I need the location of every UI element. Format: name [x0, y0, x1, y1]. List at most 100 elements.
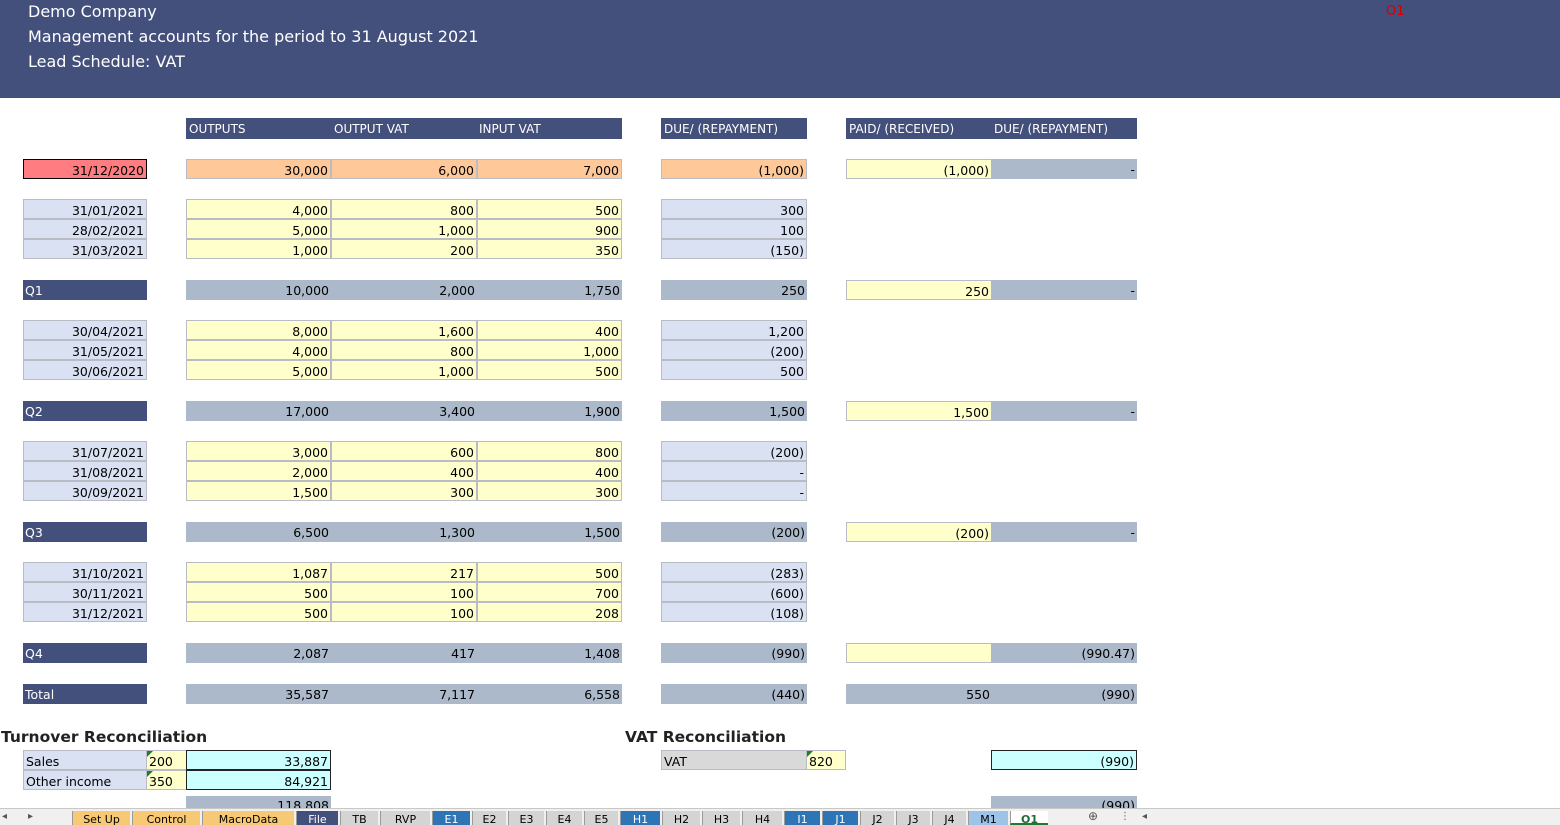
- month-date[interactable]: 31/01/2021: [23, 199, 147, 219]
- sheet-tab[interactable]: H4: [742, 811, 782, 825]
- quarter-due2[interactable]: -: [991, 401, 1137, 421]
- month-outputs[interactable]: 3,000: [186, 441, 331, 461]
- month-output-vat[interactable]: 300: [331, 481, 477, 501]
- quarter-input-vat[interactable]: 1,500: [477, 522, 622, 542]
- month-date[interactable]: 31/05/2021: [23, 340, 147, 360]
- month-output-vat[interactable]: 600: [331, 441, 477, 461]
- quarter-outputs[interactable]: 17,000: [186, 401, 331, 421]
- total-input-vat[interactable]: 6,558: [477, 684, 622, 704]
- month-due[interactable]: (283): [661, 562, 807, 582]
- quarter-paid[interactable]: 1,500: [846, 401, 992, 421]
- month-outputs[interactable]: 500: [186, 582, 331, 602]
- month-outputs[interactable]: 4,000: [186, 199, 331, 219]
- sheet-tab[interactable]: H2: [662, 811, 700, 825]
- total-due[interactable]: (440): [661, 684, 807, 704]
- sheet-tab[interactable]: File: [296, 811, 338, 825]
- total-due2[interactable]: (990): [991, 684, 1137, 704]
- quarter-due[interactable]: (990): [661, 643, 807, 663]
- more-options-icon[interactable]: ⋮: [1120, 811, 1130, 822]
- sheet-tab[interactable]: J3: [896, 811, 930, 825]
- month-due[interactable]: (600): [661, 582, 807, 602]
- sheet-tab[interactable]: Set Up: [72, 811, 130, 825]
- quarter-output-vat[interactable]: 417: [331, 643, 477, 663]
- opening-output-vat[interactable]: 6,000: [331, 159, 477, 179]
- add-sheet-icon[interactable]: ⊕: [1088, 809, 1098, 823]
- month-output-vat[interactable]: 1,000: [331, 360, 477, 380]
- quarter-due2[interactable]: -: [991, 280, 1137, 300]
- quarter-label[interactable]: Q1: [23, 280, 147, 300]
- sheet-tab[interactable]: J4: [932, 811, 966, 825]
- month-date[interactable]: 30/04/2021: [23, 320, 147, 340]
- month-input-vat[interactable]: 300: [477, 481, 622, 501]
- month-due[interactable]: 1,200: [661, 320, 807, 340]
- opening-paid[interactable]: (1,000): [846, 159, 992, 179]
- month-due[interactable]: -: [661, 461, 807, 481]
- month-due[interactable]: -: [661, 481, 807, 501]
- sheet-tab[interactable]: E1: [432, 811, 470, 825]
- sheet-tab[interactable]: E3: [508, 811, 544, 825]
- opening-outputs[interactable]: 30,000: [186, 159, 331, 179]
- other-income-label[interactable]: Other income: [23, 770, 147, 790]
- quarter-paid[interactable]: 250: [846, 280, 992, 300]
- month-input-vat[interactable]: 400: [477, 320, 622, 340]
- month-outputs[interactable]: 8,000: [186, 320, 331, 340]
- quarter-outputs[interactable]: 2,087: [186, 643, 331, 663]
- month-due[interactable]: 100: [661, 219, 807, 239]
- month-outputs[interactable]: 1,000: [186, 239, 331, 259]
- quarter-input-vat[interactable]: 1,408: [477, 643, 622, 663]
- quarter-due2[interactable]: (990.47): [991, 643, 1137, 663]
- month-date[interactable]: 31/08/2021: [23, 461, 147, 481]
- quarter-due[interactable]: 250: [661, 280, 807, 300]
- quarter-output-vat[interactable]: 1,300: [331, 522, 477, 542]
- month-input-vat[interactable]: 500: [477, 360, 622, 380]
- opening-input-vat[interactable]: 7,000: [477, 159, 622, 179]
- quarter-label[interactable]: Q4: [23, 643, 147, 663]
- month-output-vat[interactable]: 1,600: [331, 320, 477, 340]
- opening-date[interactable]: 31/12/2020: [23, 159, 147, 179]
- quarter-input-vat[interactable]: 1,900: [477, 401, 622, 421]
- scroll-right-icon[interactable]: ▸: [28, 811, 33, 822]
- scroll-left-icon[interactable]: ◂: [2, 811, 7, 822]
- month-input-vat[interactable]: 208: [477, 602, 622, 622]
- month-date[interactable]: 30/06/2021: [23, 360, 147, 380]
- month-date[interactable]: 31/12/2021: [23, 602, 147, 622]
- vat-rec-value[interactable]: (990): [991, 750, 1137, 770]
- sheet-tab[interactable]: E5: [584, 811, 618, 825]
- month-outputs[interactable]: 500: [186, 602, 331, 622]
- total-outputs[interactable]: 35,587: [186, 684, 331, 704]
- month-output-vat[interactable]: 217: [331, 562, 477, 582]
- month-due[interactable]: (200): [661, 441, 807, 461]
- month-outputs[interactable]: 1,500: [186, 481, 331, 501]
- quarter-due2[interactable]: -: [991, 522, 1137, 542]
- month-input-vat[interactable]: 350: [477, 239, 622, 259]
- sheet-tab[interactable]: M1: [968, 811, 1008, 825]
- month-output-vat[interactable]: 100: [331, 582, 477, 602]
- month-input-vat[interactable]: 500: [477, 199, 622, 219]
- month-input-vat[interactable]: 900: [477, 219, 622, 239]
- month-date[interactable]: 31/03/2021: [23, 239, 147, 259]
- month-due[interactable]: (108): [661, 602, 807, 622]
- month-output-vat[interactable]: 400: [331, 461, 477, 481]
- sheet-tab[interactable]: J1: [822, 811, 858, 825]
- sales-label[interactable]: Sales: [23, 750, 147, 770]
- vat-rec-label[interactable]: VAT: [661, 750, 807, 770]
- month-outputs[interactable]: 5,000: [186, 360, 331, 380]
- month-outputs[interactable]: 1,087: [186, 562, 331, 582]
- quarter-paid[interactable]: (200): [846, 522, 992, 542]
- sheet-tab[interactable]: Control: [132, 811, 200, 825]
- month-output-vat[interactable]: 200: [331, 239, 477, 259]
- quarter-outputs[interactable]: 10,000: [186, 280, 331, 300]
- month-input-vat[interactable]: 400: [477, 461, 622, 481]
- sheet-tab[interactable]: O1: [1010, 811, 1048, 825]
- month-date[interactable]: 30/11/2021: [23, 582, 147, 602]
- month-outputs[interactable]: 4,000: [186, 340, 331, 360]
- month-due[interactable]: (200): [661, 340, 807, 360]
- sales-value[interactable]: 33,887: [186, 750, 331, 770]
- opening-due[interactable]: (1,000): [661, 159, 807, 179]
- month-date[interactable]: 31/10/2021: [23, 562, 147, 582]
- month-input-vat[interactable]: 800: [477, 441, 622, 461]
- month-outputs[interactable]: 2,000: [186, 461, 331, 481]
- month-date[interactable]: 28/02/2021: [23, 219, 147, 239]
- quarter-output-vat[interactable]: 3,400: [331, 401, 477, 421]
- month-output-vat[interactable]: 1,000: [331, 219, 477, 239]
